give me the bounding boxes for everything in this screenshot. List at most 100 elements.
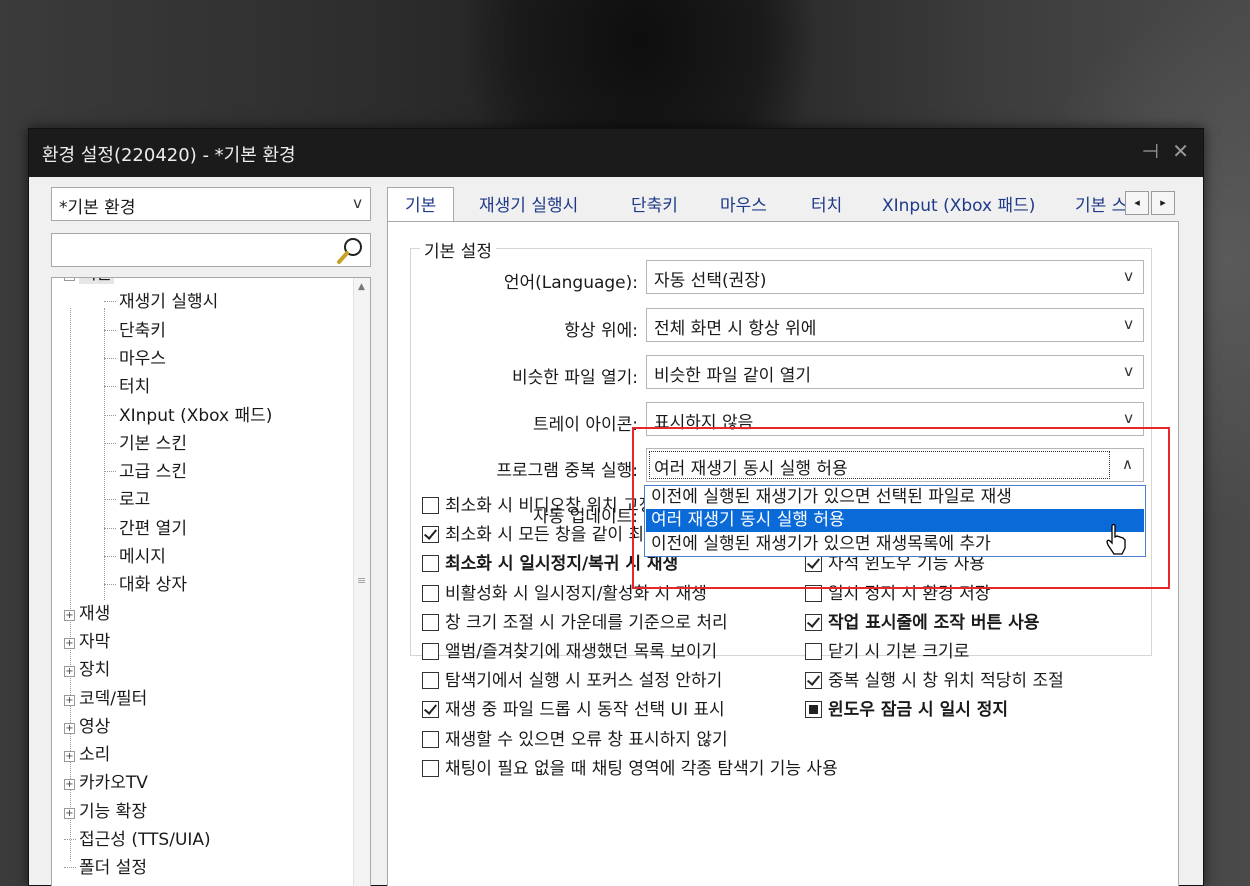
tree-item[interactable]: 기본 스킨 bbox=[104, 431, 187, 457]
search-input[interactable] bbox=[51, 233, 371, 267]
language-value: 자동 선택(권장) bbox=[654, 271, 767, 291]
expand-icon[interactable]: + bbox=[64, 638, 75, 649]
tree-item[interactable]: + 자막 bbox=[64, 629, 110, 655]
window-title: 환경 설정(220420) - *기본 환경 bbox=[42, 145, 296, 166]
setting-checkbox[interactable]: 작업 표시줄에 조작 버튼 사용 bbox=[805, 611, 1039, 635]
checkbox-icon[interactable] bbox=[422, 497, 439, 514]
tree-item-label: 카카오TV bbox=[79, 773, 148, 793]
setting-checkbox[interactable]: 탐색기에서 실행 시 포커스 설정 안하기 bbox=[422, 669, 722, 693]
tree-item[interactable]: − 기본 bbox=[64, 278, 115, 287]
tab-4[interactable]: 터치 bbox=[811, 191, 842, 216]
expand-icon[interactable]: + bbox=[64, 610, 75, 621]
tab-2[interactable]: 단축키 bbox=[631, 191, 678, 216]
checkbox-label: 재생 중 파일 드롭 시 동작 선택 UI 표시 bbox=[445, 700, 725, 721]
checkbox-icon[interactable] bbox=[805, 613, 822, 631]
checkbox-icon[interactable] bbox=[422, 555, 439, 573]
tree-item[interactable]: 대화 상자 bbox=[104, 572, 187, 598]
checkbox-label: 창 크기 조절 시 가운데를 기준으로 처리 bbox=[445, 612, 728, 633]
tree-item-label: XInput (Xbox 패드) bbox=[119, 406, 273, 426]
tree-item[interactable]: + 카카오TV bbox=[64, 770, 148, 796]
tab-1[interactable]: 재생기 실행시 bbox=[479, 191, 578, 216]
checkbox-label: 탐색기에서 실행 시 포커스 설정 안하기 bbox=[445, 671, 723, 692]
tree-item[interactable]: 접근성 (TTS/UIA) bbox=[64, 827, 211, 853]
tree-item[interactable]: 단축키 bbox=[104, 318, 166, 344]
mouse-cursor-icon bbox=[1106, 524, 1126, 555]
checkbox-label: 최소화 시 비디오창 위치 고정 bbox=[445, 496, 655, 516]
checkbox-icon[interactable] bbox=[805, 701, 822, 719]
similar-files-select[interactable]: 비슷한 파일 같이 열기 v bbox=[646, 355, 1144, 389]
tree-item-label: 메시지 bbox=[119, 547, 166, 567]
pin-icon[interactable]: ⊣ bbox=[1142, 139, 1159, 163]
tree-item[interactable]: + 장치 bbox=[64, 657, 110, 683]
language-select[interactable]: 자동 선택(권장) v bbox=[646, 260, 1144, 294]
expand-icon[interactable]: + bbox=[64, 808, 75, 819]
tree-item[interactable]: 로고 bbox=[104, 487, 150, 513]
checkbox-icon[interactable] bbox=[422, 584, 439, 602]
profile-select[interactable]: *기본 환경 v bbox=[51, 187, 371, 221]
title-bar[interactable]: 환경 설정(220420) - *기본 환경 ⊣ ✕ bbox=[29, 129, 1203, 177]
expand-icon[interactable]: + bbox=[64, 723, 75, 734]
tree-item[interactable]: + 영상 bbox=[64, 714, 110, 740]
setting-checkbox[interactable]: 창 크기 조절 시 가운데를 기준으로 처리 bbox=[422, 611, 728, 635]
expand-icon[interactable]: + bbox=[64, 751, 75, 762]
tab-scroll-left-button[interactable]: ◂ bbox=[1125, 191, 1149, 215]
checkbox-icon[interactable] bbox=[422, 672, 439, 690]
annotation-highlight-box bbox=[632, 427, 1170, 589]
expand-icon[interactable]: + bbox=[64, 779, 75, 790]
tree-item-label: 자막 bbox=[79, 632, 111, 652]
checkbox-label: 재생할 수 있으면 오류 창 표시하지 않기 bbox=[445, 729, 728, 750]
checkbox-icon[interactable] bbox=[422, 526, 439, 544]
setting-checkbox[interactable]: 재생 중 파일 드롭 시 동작 선택 UI 표시 bbox=[422, 698, 725, 722]
tree-item[interactable]: 간편 열기 bbox=[104, 516, 187, 542]
checkbox-icon[interactable] bbox=[422, 759, 439, 777]
close-icon[interactable]: ✕ bbox=[1172, 139, 1189, 163]
setting-checkbox[interactable]: 닫기 시 기본 크기로 bbox=[805, 640, 969, 664]
tree-connector bbox=[64, 867, 76, 868]
setting-checkbox[interactable]: 앨범/즐겨찾기에 재생했던 목록 보이기 bbox=[422, 640, 717, 664]
setting-checkbox[interactable]: 윈도우 잠금 시 일시 정지 bbox=[805, 698, 1008, 722]
tree-connector bbox=[104, 301, 116, 302]
checkbox-icon[interactable] bbox=[422, 730, 439, 748]
tree-connector bbox=[104, 358, 116, 359]
tree-item[interactable]: 재생기 실행시 bbox=[104, 289, 218, 315]
tree-item[interactable]: 폴더 설정 bbox=[64, 855, 147, 881]
tree-item[interactable]: + 재생 bbox=[64, 601, 110, 627]
setting-checkbox[interactable]: 중복 실행 시 창 위치 적당히 조절 bbox=[805, 669, 1064, 693]
tab-0[interactable]: 기본 bbox=[387, 187, 455, 223]
tree-item-label: 단축키 bbox=[119, 321, 166, 341]
checkbox-icon[interactable] bbox=[422, 643, 439, 660]
setting-checkbox[interactable]: 채팅이 필요 없을 때 채팅 영역에 각종 탐색기 기능 사용 bbox=[422, 757, 838, 781]
tree-item-label: 코덱/필터 bbox=[79, 689, 148, 709]
checkbox-icon[interactable] bbox=[805, 643, 822, 660]
tray-icon-label: 트레이 아이콘: bbox=[533, 415, 638, 435]
tab-3[interactable]: 마우스 bbox=[720, 191, 767, 216]
always-on-top-value: 전체 화면 시 항상 위에 bbox=[654, 319, 817, 339]
profile-select-value: *기본 환경 bbox=[59, 198, 136, 218]
always-on-top-select[interactable]: 전체 화면 시 항상 위에 v bbox=[646, 308, 1144, 342]
tab-5[interactable]: XInput (Xbox 패드) bbox=[882, 191, 1035, 216]
expand-icon[interactable]: + bbox=[64, 695, 75, 706]
checkbox-icon[interactable] bbox=[422, 701, 439, 719]
setting-checkbox[interactable]: 최소화 시 비디오창 위치 고정 bbox=[422, 494, 654, 518]
setting-checkbox[interactable]: 재생할 수 있으면 오류 창 표시하지 않기 bbox=[422, 728, 728, 752]
checkbox-icon[interactable] bbox=[805, 672, 822, 690]
tree-connector bbox=[104, 499, 116, 500]
tree-item[interactable]: + 기능 확장 bbox=[64, 799, 147, 825]
similar-files-value: 비슷한 파일 같이 열기 bbox=[654, 366, 811, 386]
tab-6[interactable]: 기본 스 bbox=[1075, 191, 1127, 216]
tree-item[interactable]: 마우스 bbox=[104, 346, 166, 372]
tree-item[interactable]: XInput (Xbox 패드) bbox=[104, 403, 272, 429]
scroll-grip-icon[interactable]: ≡ bbox=[357, 574, 366, 587]
search-icon[interactable] bbox=[336, 235, 366, 265]
tree-item-label: 소리 bbox=[79, 745, 111, 765]
collapse-icon[interactable]: − bbox=[64, 278, 75, 281]
tree-item[interactable]: 터치 bbox=[104, 374, 150, 400]
tree-item[interactable]: 메시지 bbox=[104, 544, 166, 570]
tab-scroll-right-button[interactable]: ▸ bbox=[1151, 191, 1175, 215]
tree-item[interactable]: 고급 스킨 bbox=[104, 459, 187, 485]
checkbox-icon[interactable] bbox=[422, 613, 439, 631]
tree-item[interactable]: + 코덱/필터 bbox=[64, 686, 147, 712]
multi-instance-label: 프로그램 중복 실행: bbox=[496, 461, 638, 481]
tree-item[interactable]: + 소리 bbox=[64, 742, 110, 768]
expand-icon[interactable]: + bbox=[64, 666, 75, 677]
